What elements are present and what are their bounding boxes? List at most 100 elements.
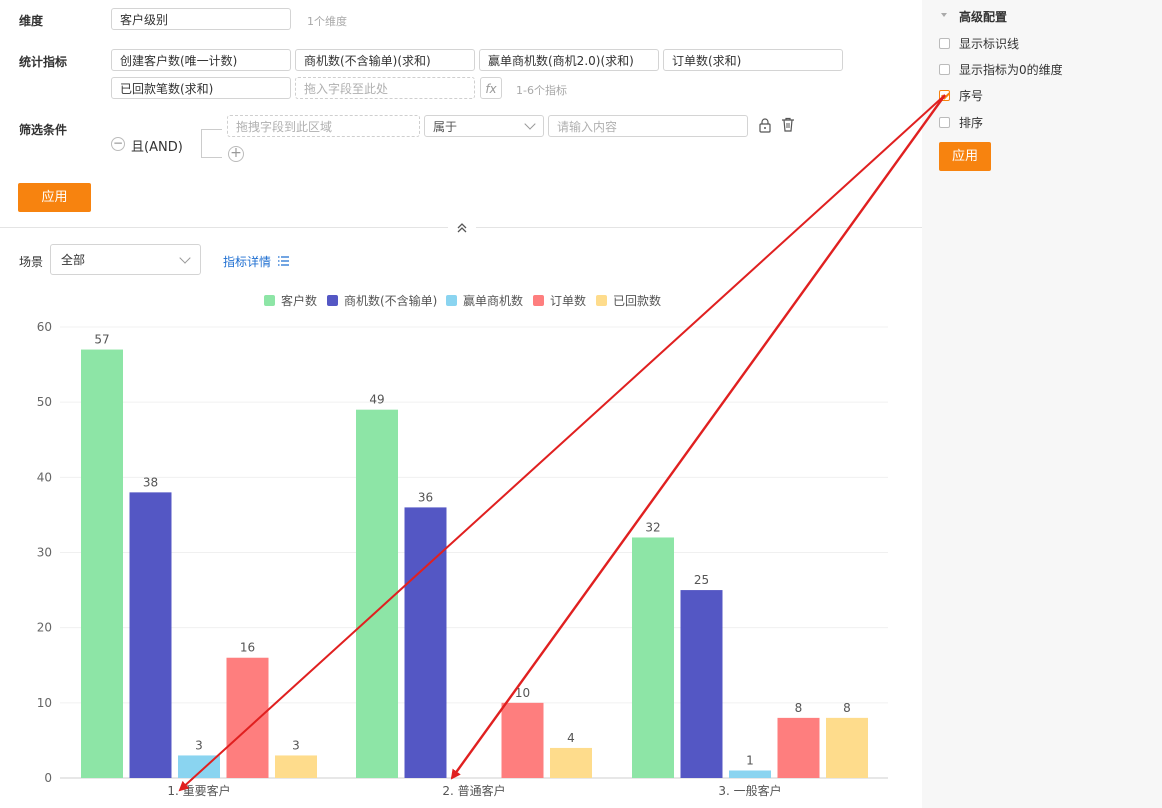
- legend-label: 订单数: [550, 293, 586, 308]
- bar: [129, 492, 172, 778]
- filter-field-drop-zone[interactable]: 拖拽字段到此区域: [227, 115, 420, 137]
- option-label: 序号: [959, 89, 984, 103]
- legend-swatch: [264, 295, 275, 306]
- metric-chip[interactable]: 赢单商机数(商机2.0)(求和): [479, 49, 659, 71]
- bar: [632, 537, 674, 778]
- bar: [729, 770, 771, 778]
- metric-chip[interactable]: 订单数(求和): [663, 49, 843, 71]
- bar-value-label: 3: [292, 738, 300, 752]
- collapse-circle-icon[interactable]: −: [111, 137, 125, 151]
- dimension-hint: 1个维度: [307, 15, 347, 28]
- show-zero-dimension-checkbox[interactable]: [939, 64, 950, 75]
- bar-value-label: 16: [240, 641, 255, 655]
- legend-label: 商机数(不含输单): [344, 293, 437, 308]
- bar: [275, 755, 317, 778]
- bar: [178, 755, 220, 778]
- bar-value-label: 8: [843, 701, 851, 715]
- bar-value-label: 57: [94, 333, 109, 347]
- option-label: 显示指标为0的维度: [959, 63, 1063, 77]
- bar-value-label: 8: [795, 701, 803, 715]
- sort-checkbox[interactable]: [939, 117, 950, 128]
- y-tick-label: 40: [37, 470, 52, 484]
- trash-icon[interactable]: [781, 117, 795, 132]
- metric-detail-label: 指标详情: [223, 255, 272, 269]
- bar: [501, 702, 544, 778]
- bar-chart: 客户数 商机数(不含输单) 赢单商机数 订单数 已回款数 0 10 20 30 40 50 60 5…: [37, 293, 888, 798]
- caret-down-icon[interactable]: [941, 13, 947, 17]
- y-tick-label: 0: [44, 771, 52, 785]
- x-axis: 1. 重要客户 2. 普通客户 3. 一般客户: [167, 783, 781, 798]
- metric-drop-zone[interactable]: 拖入字段至此处: [295, 77, 475, 99]
- x-category-label: 1. 重要客户: [167, 783, 230, 798]
- bar-value-label: 4: [567, 731, 575, 745]
- bar-value-label: 38: [143, 475, 158, 489]
- apply-advanced-button[interactable]: 应用: [939, 142, 991, 171]
- add-condition-icon[interactable]: +: [228, 146, 244, 162]
- scene-select-value: 全部: [61, 253, 86, 267]
- collapse-toggle[interactable]: [448, 219, 476, 237]
- filter-value-input[interactable]: 请输入内容: [548, 115, 748, 137]
- x-category-label: 3. 一般客户: [718, 783, 781, 798]
- lock-icon[interactable]: [758, 118, 772, 133]
- y-tick-label: 10: [37, 696, 52, 710]
- bar-value-label: 36: [418, 490, 433, 504]
- y-tick-label: 20: [37, 621, 52, 635]
- bar: [680, 590, 723, 778]
- double-chevron-up-icon: [457, 223, 467, 233]
- chart-grid: [60, 326, 888, 779]
- bar: [777, 717, 820, 778]
- formula-button[interactable]: fx: [480, 77, 502, 99]
- metrics-hint: 1-6个指标: [516, 84, 567, 97]
- chevron-down-icon: [524, 118, 536, 130]
- show-marker-line-checkbox[interactable]: [939, 38, 950, 49]
- serial-number-checkbox[interactable]: [939, 90, 950, 101]
- legend-swatch: [596, 295, 607, 306]
- y-tick-label: 50: [37, 395, 52, 409]
- chart-legend: 客户数 商机数(不含输单) 赢单商机数 订单数 已回款数: [264, 293, 661, 308]
- bar-value-label: 3: [195, 738, 203, 752]
- legend-swatch: [533, 295, 544, 306]
- option-label: 显示标识线: [959, 37, 1020, 51]
- bar-value-label: 10: [515, 686, 530, 700]
- bar: [81, 349, 123, 778]
- bar: [826, 717, 868, 778]
- metrics-label: 统计指标: [19, 55, 68, 69]
- and-operator-label[interactable]: 且(AND): [131, 136, 183, 155]
- scene-label: 场景: [19, 255, 44, 269]
- bar-value-label: 25: [694, 573, 709, 587]
- legend-swatch: [446, 295, 457, 306]
- y-axis: 0 10 20 30 40 50 60: [37, 320, 52, 785]
- legend-label: 客户数: [281, 293, 317, 308]
- metric-chip[interactable]: 创建客户数(唯一计数): [111, 49, 291, 71]
- legend-label: 赢单商机数: [463, 293, 523, 308]
- bar-value-label: 1: [746, 753, 754, 767]
- advanced-config-title: 高级配置: [959, 10, 1008, 24]
- metric-chip[interactable]: 商机数(不含输单)(求和): [295, 49, 475, 71]
- y-tick-label: 60: [37, 320, 52, 334]
- x-category-label: 2. 普通客户: [442, 783, 505, 798]
- metric-detail-link[interactable]: 指标详情: [223, 253, 289, 270]
- filter-label: 筛选条件: [19, 123, 68, 137]
- metric-chip[interactable]: 已回款笔数(求和): [111, 77, 291, 99]
- bar-value-label: 49: [369, 393, 384, 407]
- dimension-label: 维度: [19, 14, 44, 28]
- filter-value-placeholder: 请输入内容: [557, 120, 618, 134]
- list-icon: [277, 256, 289, 266]
- filter-operator-value: 属于: [433, 120, 458, 134]
- legend-label: 已回款数: [613, 293, 661, 308]
- bar: [550, 747, 592, 778]
- advanced-config-panel: 高级配置 显示标识线 显示指标为0的维度 序号 排序 应用: [922, 0, 1162, 808]
- filter-operator-select[interactable]: 属于: [424, 115, 544, 137]
- chevron-down-icon: [179, 252, 191, 264]
- bar-value-label: 32: [645, 520, 660, 534]
- apply-config-button[interactable]: 应用: [18, 183, 91, 212]
- scene-select[interactable]: 全部: [50, 244, 201, 275]
- chart-bars: 573831634936104322518 8: [81, 333, 868, 778]
- dimension-field[interactable]: 客户级别: [111, 8, 291, 30]
- y-tick-label: 30: [37, 546, 52, 560]
- bar: [404, 507, 447, 778]
- bar: [226, 657, 269, 778]
- logic-bracket: [201, 129, 222, 158]
- bar: [356, 409, 398, 778]
- option-label: 排序: [959, 116, 984, 130]
